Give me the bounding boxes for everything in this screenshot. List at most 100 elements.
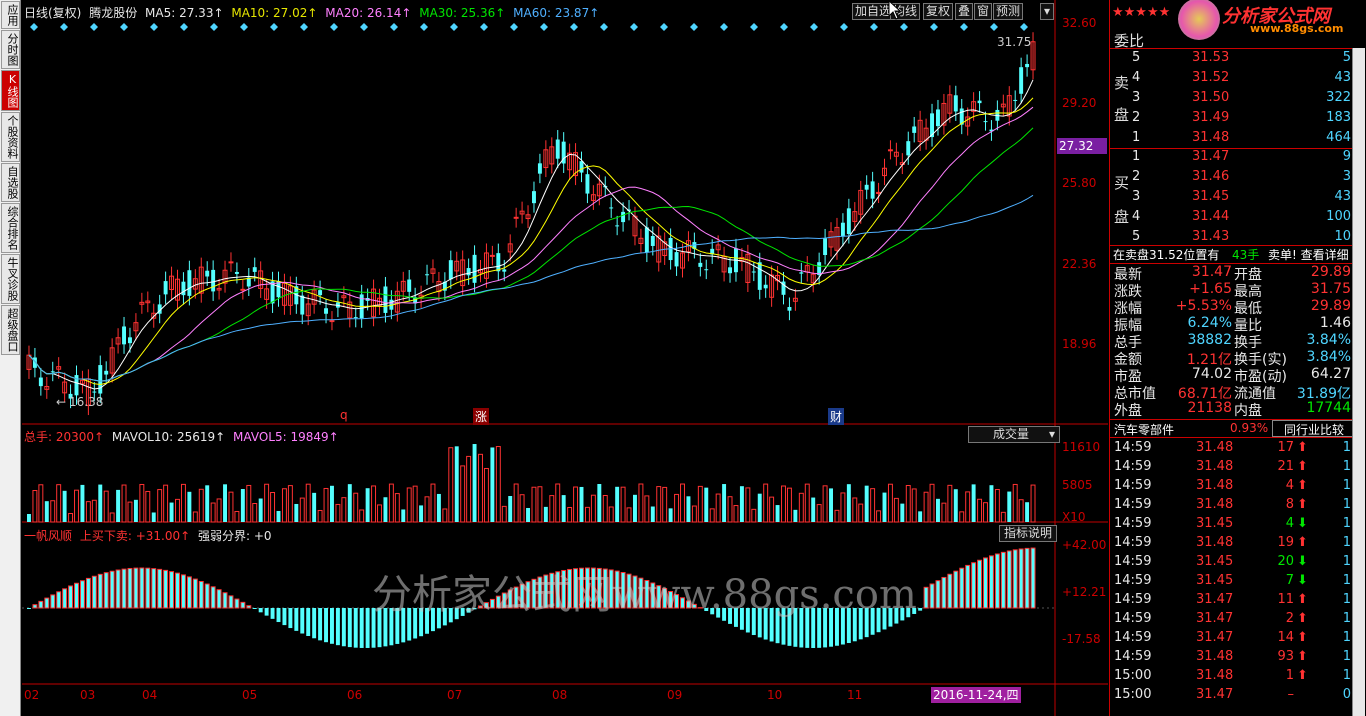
volume-bar (210, 502, 216, 523)
buy-order-row[interactable]: 3 31.45 43 (1110, 189, 1353, 207)
indicator-bar (62, 588, 68, 609)
volume-bar (947, 484, 953, 523)
candle-body (1013, 99, 1018, 101)
kline-chart-area[interactable]: 日线(复权) 腾龙股份 MA5: 27.33↑ MA10: 27.02↑ MA2… (22, 0, 1108, 716)
indicator-help-button[interactable]: 指标说明 (999, 525, 1057, 542)
volume-bar (151, 512, 156, 522)
volume-bar (198, 488, 204, 523)
quote-row: 最新 31.47 开盘 29.89 (1110, 264, 1353, 283)
quote-row: 总市值 68.71亿 流通值 31.89亿 (1110, 383, 1353, 402)
left-tab[interactable]: 超级盘口 (1, 305, 20, 355)
left-tab[interactable]: 分时图 (1, 30, 20, 69)
logo-url: www.88gs.com (1250, 22, 1344, 35)
tick-volume: 14 (1277, 630, 1294, 645)
window-menu-icon[interactable]: ▾ (1040, 3, 1054, 20)
buy-order-row[interactable]: 2 31.46 3 (1110, 169, 1353, 187)
left-tab[interactable]: K线图 (1, 70, 20, 111)
scrollbar[interactable] (1352, 48, 1365, 716)
volume-bar (228, 491, 234, 523)
indicator-bar (929, 583, 935, 609)
volume-bar (44, 501, 49, 522)
signal-marker (690, 23, 698, 31)
signal-marker (990, 23, 998, 31)
volume-bar (1025, 502, 1030, 522)
volume-bar (252, 503, 258, 523)
volume-indicator-select[interactable]: 成交量 ▾ (968, 426, 1060, 443)
volume-bar (775, 505, 780, 522)
tick-volume: 4 (1285, 478, 1294, 493)
sell-order-row[interactable]: 1 31.48 464 (1110, 130, 1353, 148)
sell-order-row[interactable]: 3 31.50 322 (1110, 90, 1353, 108)
stock-name: 腾龙股份 (89, 6, 138, 20)
indicator-bar (180, 574, 186, 609)
volume-bar (234, 510, 240, 523)
candle-body (585, 174, 590, 194)
buy-order-row[interactable]: 1 31.47 9 (1110, 149, 1353, 167)
volume-bar (495, 446, 501, 523)
indicator-bar (294, 608, 299, 631)
toolbar-button[interactable]: 叠 (955, 3, 974, 20)
indicator-bar (988, 555, 994, 609)
candle-body (674, 252, 679, 267)
volume-bar (526, 507, 530, 522)
tick-row: 14:59 31.48 19 ⬆ 1 (1110, 535, 1353, 553)
order-notice[interactable]: 在卖盘31.52位置有 43手 卖单! 查看详细 (1110, 246, 1353, 264)
up-arrow-icon: ⬆ (1297, 478, 1308, 493)
ma5-value: MA5: 27.33↑ (145, 6, 224, 20)
toolbar-button[interactable]: 窗 (974, 3, 993, 20)
volume-bar (709, 508, 715, 523)
indicator-bar (941, 576, 947, 609)
x-axis-label: 03 (80, 688, 96, 702)
sell-order-row[interactable]: 5 31.53 5 (1110, 50, 1353, 68)
sell-order-row[interactable]: 4 31.52 43 (1110, 70, 1353, 88)
toolbar-button[interactable]: 复权 (923, 3, 954, 20)
event-mark[interactable]: 涨 (473, 408, 490, 425)
buy-order-row[interactable]: 4 31.44 100 (1110, 209, 1353, 227)
signal-marker (660, 23, 668, 31)
signal-marker (30, 23, 38, 31)
tick-count: 1 (1342, 459, 1351, 474)
event-mark[interactable]: 财 (828, 408, 845, 425)
event-mark[interactable]: q (340, 408, 348, 422)
tick-price: 31.45 (1196, 573, 1234, 588)
candle-body (983, 121, 988, 123)
volume-bar (626, 507, 632, 523)
volume-bar (829, 488, 833, 522)
order-volume: 322 (1326, 90, 1351, 105)
indicator-bar (994, 553, 1000, 609)
signal-marker (570, 23, 578, 31)
indicator-bar (1006, 550, 1012, 609)
sell-order-row[interactable]: 2 31.49 183 (1110, 110, 1353, 128)
order-volume: 9 (1342, 149, 1351, 164)
volume-bar (887, 483, 893, 523)
candle-body (472, 254, 477, 283)
left-tab[interactable]: 自选股 (1, 163, 20, 202)
volume-bar (377, 504, 382, 523)
left-tab[interactable]: 个股资料 (1, 112, 20, 162)
tick-count: 0 (1342, 687, 1351, 702)
quote-value: +5.53% (1175, 298, 1232, 314)
indicator-bar (270, 608, 275, 619)
notice-link[interactable]: 卖单! 查看详细 (1268, 246, 1349, 263)
volume-bar (121, 484, 127, 523)
down-arrow-icon: ⬇ (1297, 573, 1308, 588)
indicator-bar (282, 608, 287, 626)
volume-bar (157, 489, 163, 523)
candle-body (763, 284, 768, 289)
signal-marker (510, 23, 518, 31)
indicator-bar (977, 559, 983, 609)
tick-volume: 11 (1277, 592, 1294, 607)
toolbar-button[interactable]: 预测 (993, 3, 1024, 20)
left-tab[interactable]: 牛叉诊股 (1, 254, 20, 304)
volume-bar (858, 503, 864, 523)
candle-body (840, 222, 845, 237)
volume-bar (989, 485, 994, 522)
tick-row: 15:00 31.48 1 ⬆ 1 (1110, 668, 1353, 686)
industry-compare-button[interactable]: 同行业比较 (1272, 420, 1356, 437)
volume-bar (323, 487, 329, 523)
volume-bar (1030, 484, 1036, 523)
left-tab[interactable]: 综合排名 (1, 203, 20, 253)
left-tab[interactable]: 应用 (1, 1, 20, 29)
volume-bar (68, 512, 74, 523)
low-price-arrow-icon: ← (56, 395, 67, 409)
